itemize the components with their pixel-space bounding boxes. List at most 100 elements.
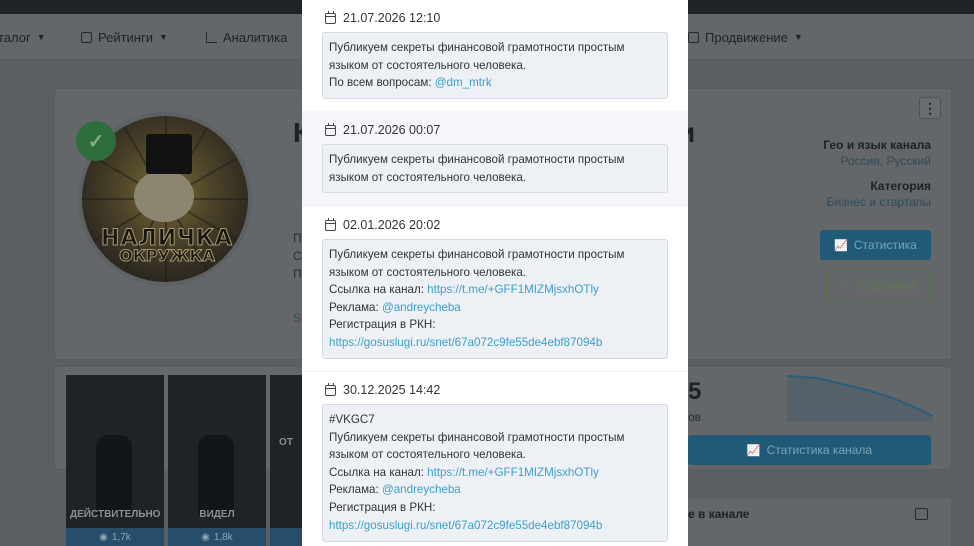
post-line-text: Реклама:: [329, 483, 382, 497]
promotion-icon: [688, 31, 699, 43]
chart-icon: [206, 31, 217, 43]
post-line: языком от состоятельного человека.: [329, 265, 527, 279]
post-line: https://gosuslugi.ru/snet/67a072c9fe55de…: [329, 517, 661, 535]
post-body: Публикуем секреты финансовой грамотности…: [322, 144, 668, 194]
calendar-icon: [325, 217, 336, 231]
chevron-down-icon: ▼: [159, 32, 168, 42]
post-item: 30.12.2025 14:42 #VKGC7 Публикуем секрет…: [302, 371, 688, 546]
nav-item-label: Продвижение: [705, 29, 788, 45]
post-link[interactable]: https://gosuslugi.ru/snet/67a072c9fe55de…: [329, 519, 602, 532]
eye-icon: ◉: [201, 531, 210, 543]
video-thumbnail[interactable]: ОТ: [270, 375, 302, 546]
info-link-letter[interactable]: S: [293, 311, 301, 325]
post-item: 21.07.2026 00:07 Публикуем секреты финан…: [302, 111, 688, 207]
post-line: Публикуем секреты финансовой грамотности…: [329, 248, 625, 261]
likes-title: е в канале: [688, 507, 750, 521]
subscriber-count: 5: [688, 378, 702, 405]
post-link[interactable]: @andreycheba: [382, 301, 461, 314]
info-letter-2: С: [293, 249, 302, 263]
post-line: Реклама: @andreycheba: [329, 299, 661, 317]
posts-modal: 21.07.2026 12:10 Публикуем секреты финан…: [302, 0, 688, 546]
category-value[interactable]: Бизнес и стартапы: [827, 195, 931, 209]
ratings-icon: [81, 31, 92, 43]
video-thumbnail[interactable]: ВИДЕЛ ◉ 1,8k: [168, 375, 266, 546]
post-date: 02.01.2026 20:02: [325, 217, 441, 232]
post-link[interactable]: @dm_mtrk: [435, 76, 492, 89]
chevron-down-icon: ▼: [793, 32, 803, 42]
favorite-button-label: Избранное: [856, 278, 918, 292]
calendar-icon: [325, 382, 336, 396]
post-line: Публикуем секреты финансовой грамотности…: [329, 153, 625, 166]
favorite-button[interactable]: ☆ Избранное: [826, 270, 931, 300]
post-line-text: Ссылка на канал:: [329, 283, 428, 297]
post-line: Реклама: @andreycheba: [329, 481, 661, 499]
views-count: 1,7k: [111, 531, 131, 543]
thumbnail-caption: ОТ: [279, 437, 293, 448]
verified-check-icon: ✓: [76, 121, 116, 161]
info-letter-1: П: [293, 231, 302, 245]
channel-statistics-button[interactable]: 📈 Статистика канала: [688, 435, 931, 465]
nav-item-label: талог: [0, 29, 31, 45]
post-line: https://gosuslugi.ru/snet/67a072c9fe55de…: [329, 334, 661, 352]
chevron-down-icon: ▼: [36, 32, 46, 42]
post-line: Регистрация в РКН:: [329, 318, 436, 332]
mascot-face: [134, 170, 194, 222]
video-thumbnail[interactable]: ДЕЙСТВИТЕЛЬНО ◉ 1,7k: [66, 375, 164, 546]
video-thumbnails: ДЕЙСТВИТЕЛЬНО ◉ 1,7k ВИДЕЛ ◉ 1,8k ОТ: [66, 375, 302, 546]
post-body: #VKGC7 Публикуем секреты финансовой грам…: [322, 404, 668, 542]
thumbnail-caption: ВИДЕЛ: [199, 509, 235, 520]
post-date-text: 02.01.2026 20:02: [343, 218, 441, 232]
post-line: языком от состоятельного человека.: [329, 448, 527, 462]
category-label: Категория: [870, 179, 931, 193]
nav-item-promotion[interactable]: Продвижение ▼: [688, 14, 803, 60]
channel-statistics-button-label: Статистика канала: [766, 443, 873, 457]
post-link[interactable]: @andreycheba: [382, 483, 461, 496]
chart-icon: 📈: [746, 444, 761, 457]
post-line: Ссылка на канал: https://t.me/+GFF1MIZMj…: [329, 464, 661, 482]
calendar-icon: [325, 10, 336, 24]
nav-item-ratings[interactable]: Рейтинги ▼: [81, 14, 168, 60]
post-line: Ссылка на канал: https://t.me/+GFF1MIZMj…: [329, 281, 661, 299]
thumbnail-caption: ДЕЙСТВИТЕЛЬНО: [70, 509, 161, 520]
geo-label: Гео и язык канала: [823, 138, 931, 152]
post-line: Регистрация в РКН:: [329, 500, 436, 514]
eye-icon: ◉: [99, 531, 108, 543]
post-link[interactable]: https://t.me/+GFF1MIZMjsxhOTly: [427, 283, 599, 296]
info-letter-3: П: [293, 267, 302, 281]
statistics-button-label: Статистика: [853, 238, 917, 252]
nav-item-label: Рейтинги: [98, 29, 153, 45]
views-count: 1,8k: [213, 531, 233, 543]
post-date-text: 30.12.2025 14:42: [343, 383, 441, 397]
post-item: 02.01.2026 20:02 Публикуем секреты финан…: [302, 207, 688, 371]
nav-item-analytics[interactable]: Аналитика: [206, 14, 287, 60]
likes-card: [668, 497, 952, 546]
post-line: языком от состоятельного человека.: [329, 58, 527, 72]
nav-item-label: Аналитика: [223, 29, 288, 45]
statistics-button[interactable]: 📈 Статистика: [820, 230, 931, 260]
post-line: По всем вопросам: @dm_mtrk: [329, 74, 661, 92]
post-line: Публикуем секреты финансовой грамотности…: [329, 41, 625, 54]
avatar-logo-text-2: ОКРУЖКА: [119, 246, 216, 266]
nav-item-catalog[interactable]: талог ▼: [0, 14, 46, 60]
post-link[interactable]: https://gosuslugi.ru/snet/67a072c9fe55de…: [329, 336, 602, 349]
subscriber-count-label: ов: [688, 410, 702, 424]
thumbs-up-icon[interactable]: [915, 508, 928, 520]
post-body: Публикуем секреты финансовой грамотности…: [322, 239, 668, 359]
post-line: Публикуем секреты финансовой грамотности…: [329, 430, 625, 444]
sparkline-chart: [787, 375, 933, 422]
post-date: 30.12.2025 14:42: [325, 382, 441, 397]
post-date-text: 21.07.2026 00:07: [343, 123, 441, 137]
calendar-icon: [325, 122, 336, 136]
post-link[interactable]: https://t.me/+GFF1MIZMjsxhOTly: [427, 466, 599, 479]
mascot-hat: [146, 134, 192, 174]
post-date: 21.07.2026 12:10: [325, 10, 441, 25]
more-options-button[interactable]: ⋮: [919, 97, 941, 119]
chart-icon: 📈: [834, 239, 848, 252]
post-line: языком от состоятельного человека.: [329, 170, 527, 184]
post-line-text: Ссылка на канал:: [329, 465, 428, 479]
post-line-text: Реклама:: [329, 300, 382, 314]
geo-value: Россия, Русский: [840, 154, 931, 168]
post-body: Публикуем секреты финансовой грамотности…: [322, 32, 668, 99]
post-line: #VKGC7: [329, 413, 375, 426]
post-date-text: 21.07.2026 12:10: [343, 11, 441, 25]
